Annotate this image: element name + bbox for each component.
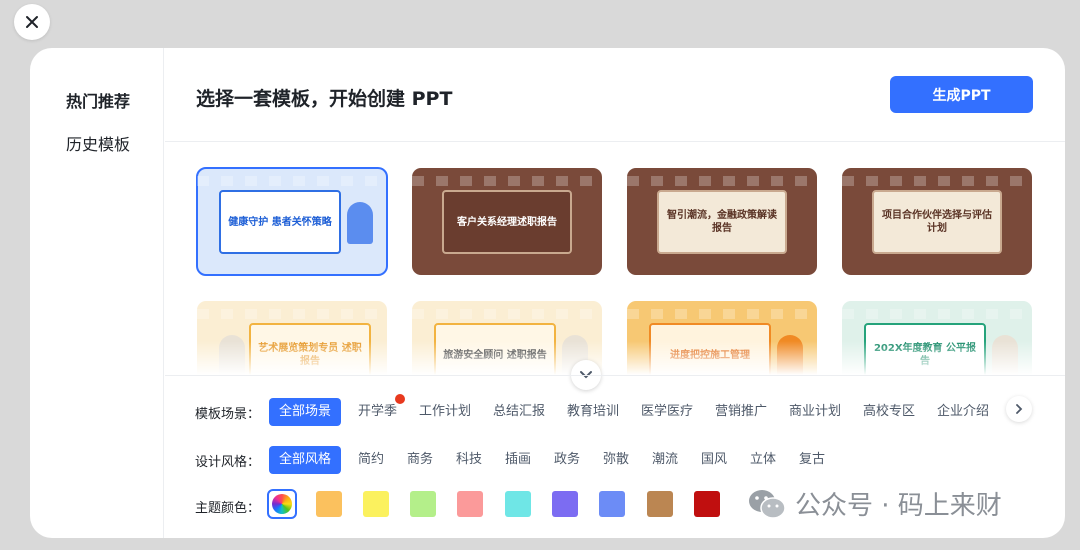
style-chip[interactable]: 潮流 xyxy=(652,446,678,474)
color-swatch[interactable] xyxy=(552,491,578,517)
close-button[interactable] xyxy=(14,4,50,40)
chevron-right-icon xyxy=(1016,404,1023,414)
scene-chip[interactable]: 商业计划 xyxy=(789,398,841,426)
color-swatch-all[interactable] xyxy=(267,489,297,519)
sidebar-item-hot[interactable]: 热门推荐 xyxy=(66,88,130,112)
style-chip[interactable]: 简约 xyxy=(358,446,384,474)
scene-chip[interactable]: 医学医疗 xyxy=(641,398,693,426)
color-swatch[interactable] xyxy=(457,491,483,517)
color-swatch[interactable] xyxy=(647,491,673,517)
card-decoration xyxy=(197,309,387,319)
close-icon xyxy=(26,16,38,28)
template-modal: 热门推荐 历史模板 选择一套模板，开始创建 PPT 生成PPT 健康守护 患者关… xyxy=(30,48,1065,538)
style-chip-label: 政务 xyxy=(554,452,581,467)
style-chip[interactable]: 商务 xyxy=(407,446,433,474)
scene-chip-label: 高校专区 xyxy=(863,404,916,419)
card-decoration xyxy=(197,176,387,186)
color-swatch[interactable] xyxy=(505,491,531,517)
color-swatch[interactable] xyxy=(316,491,342,517)
color-swatch[interactable] xyxy=(410,491,436,517)
template-card[interactable]: 智引潮流，金融政策解读报告 xyxy=(627,168,817,275)
scene-chip[interactable]: 总结汇报 xyxy=(493,398,545,426)
scene-chip[interactable]: 全部场景 xyxy=(269,398,342,426)
scene-chip-label: 全部场景 xyxy=(279,404,332,419)
style-chip-label: 简约 xyxy=(358,452,385,467)
style-chip-label: 国风 xyxy=(701,452,728,467)
style-chip-label: 立体 xyxy=(750,452,777,467)
style-chip[interactable]: 政务 xyxy=(554,446,580,474)
scene-chip-label: 商业计划 xyxy=(789,404,842,419)
style-chip-label: 复古 xyxy=(799,452,826,467)
preview-figure xyxy=(347,202,373,244)
color-swatch[interactable] xyxy=(363,491,389,517)
template-card[interactable]: 客户关系经理述职报告 xyxy=(412,168,602,275)
style-chip[interactable]: 全部风格 xyxy=(269,446,342,474)
template-grid: 健康守护 患者关怀策略 客户关系经理述职报告 智引潮流，金融政策解读报告 项目合作伙伴… xyxy=(165,143,1065,375)
watermark: 公众号 · 码上来财 xyxy=(747,485,1002,522)
scene-more-button[interactable] xyxy=(1006,396,1032,422)
scene-filter-label: 模板场景： xyxy=(195,407,261,422)
card-decoration xyxy=(412,309,602,319)
scene-chip-label: 教育培训 xyxy=(567,404,620,419)
style-chip-label: 全部风格 xyxy=(279,452,332,467)
card-decoration xyxy=(627,309,817,319)
template-preview-title: 健康守护 患者关怀策略 xyxy=(219,190,341,254)
card-decoration xyxy=(842,309,1032,319)
color-swatch[interactable] xyxy=(694,491,720,517)
grid-fade xyxy=(165,341,1065,375)
card-decoration xyxy=(412,176,602,186)
style-chip-label: 科技 xyxy=(456,452,483,467)
hot-badge-icon xyxy=(395,394,406,404)
style-chip-label: 弥散 xyxy=(603,452,630,467)
scene-chip[interactable]: 企业介绍 xyxy=(937,398,989,426)
template-preview-title: 智引潮流，金融政策解读报告 xyxy=(657,190,787,254)
scene-chip-label: 营销推广 xyxy=(715,404,768,419)
style-chip-label: 商务 xyxy=(407,452,434,467)
template-preview-title: 客户关系经理述职报告 xyxy=(442,190,572,254)
style-chip-label: 插画 xyxy=(505,452,532,467)
sidebar-item-history[interactable]: 历史模板 xyxy=(66,131,130,155)
color-filter-label: 主题颜色： xyxy=(195,501,261,516)
template-card[interactable]: 健康守护 患者关怀策略 xyxy=(196,167,388,276)
wechat-icon xyxy=(749,489,786,519)
scene-chip-label: 医学医疗 xyxy=(641,404,694,419)
scene-chip[interactable]: 高校专区 xyxy=(863,398,915,426)
page-title: 选择一套模板，开始创建 PPT xyxy=(196,88,453,110)
card-decoration xyxy=(842,176,1032,186)
style-chip[interactable]: 插画 xyxy=(505,446,531,474)
scene-chip-label: 工作计划 xyxy=(419,404,472,419)
scene-chip-label: 开学季 xyxy=(358,404,398,419)
sidebar: 热门推荐 历史模板 xyxy=(30,48,164,538)
style-chip-label: 潮流 xyxy=(652,452,679,467)
template-card[interactable]: 项目合作伙伴选择与评估计划 xyxy=(842,168,1032,275)
template-preview-title: 项目合作伙伴选择与评估计划 xyxy=(872,190,1002,254)
style-filter-label: 设计风格： xyxy=(195,455,261,470)
scene-chip[interactable]: 开学季 xyxy=(358,394,406,426)
style-chip[interactable]: 立体 xyxy=(750,446,776,474)
scene-chip[interactable]: 营销推广 xyxy=(715,398,767,426)
style-chip[interactable]: 国风 xyxy=(701,446,727,474)
generate-ppt-button[interactable]: 生成PPT xyxy=(890,76,1033,113)
watermark-text: 公众号 · 码上来财 xyxy=(795,491,1002,521)
scene-chip-label: 总结汇报 xyxy=(493,404,546,419)
color-wheel-icon xyxy=(272,494,292,514)
card-decoration xyxy=(627,176,817,186)
header: 选择一套模板，开始创建 PPT 生成PPT xyxy=(165,48,1065,142)
scene-chip[interactable]: 教育培训 xyxy=(567,398,619,426)
style-chip[interactable]: 科技 xyxy=(456,446,482,474)
style-chip[interactable]: 弥散 xyxy=(603,446,629,474)
scene-chip[interactable]: 工作计划 xyxy=(419,398,471,426)
scene-chip-label: 企业介绍 xyxy=(937,404,990,419)
color-swatch[interactable] xyxy=(599,491,625,517)
style-chip[interactable]: 复古 xyxy=(799,446,825,474)
